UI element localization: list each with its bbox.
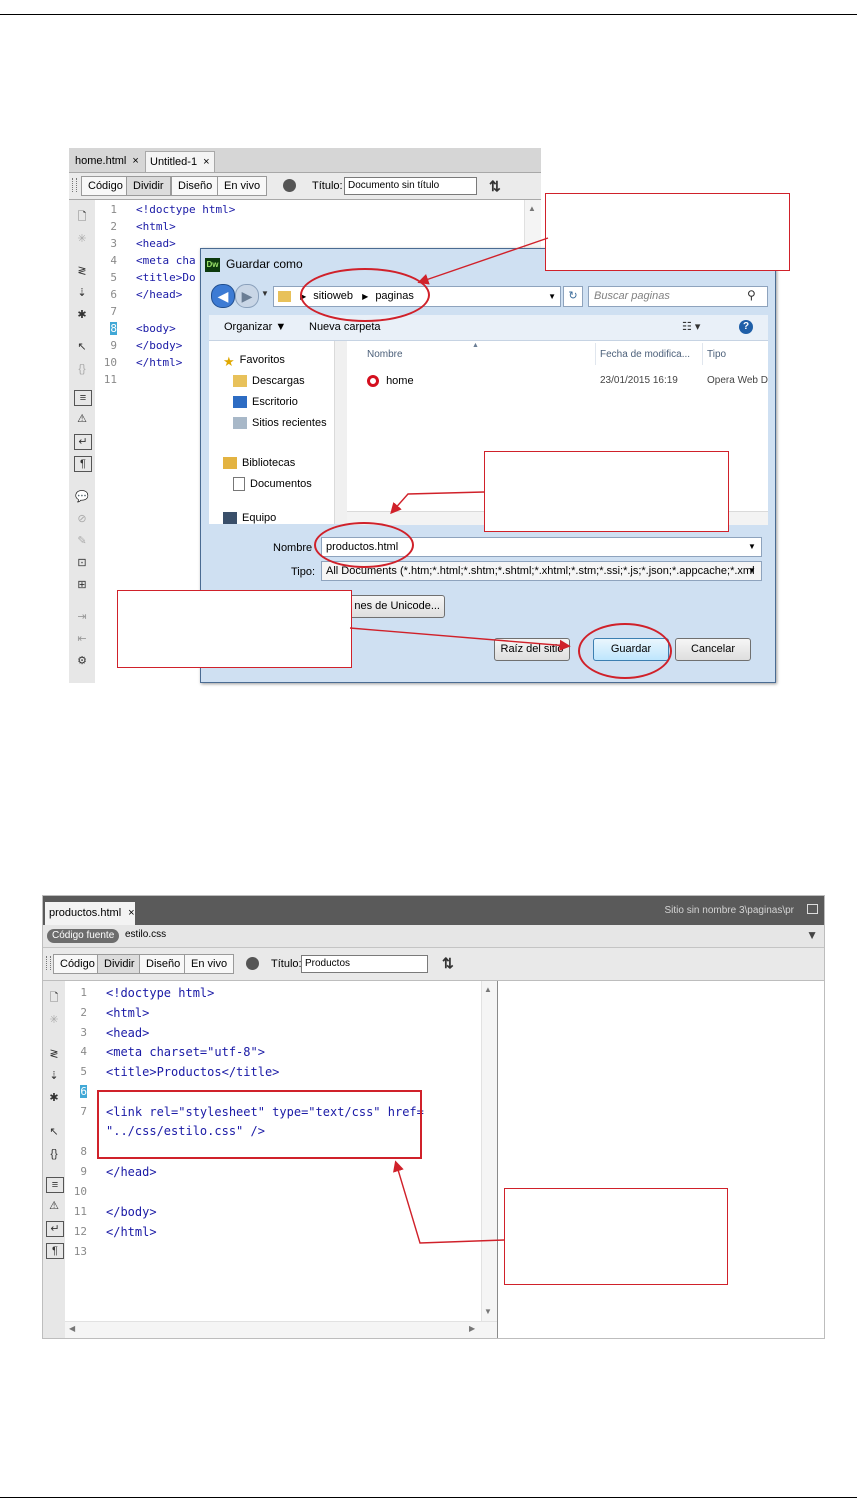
arrow (349, 627, 571, 651)
arrow (390, 491, 485, 515)
arrow (393, 1160, 505, 1244)
annotation-arrows (349, 237, 571, 1244)
arrow (417, 237, 549, 285)
